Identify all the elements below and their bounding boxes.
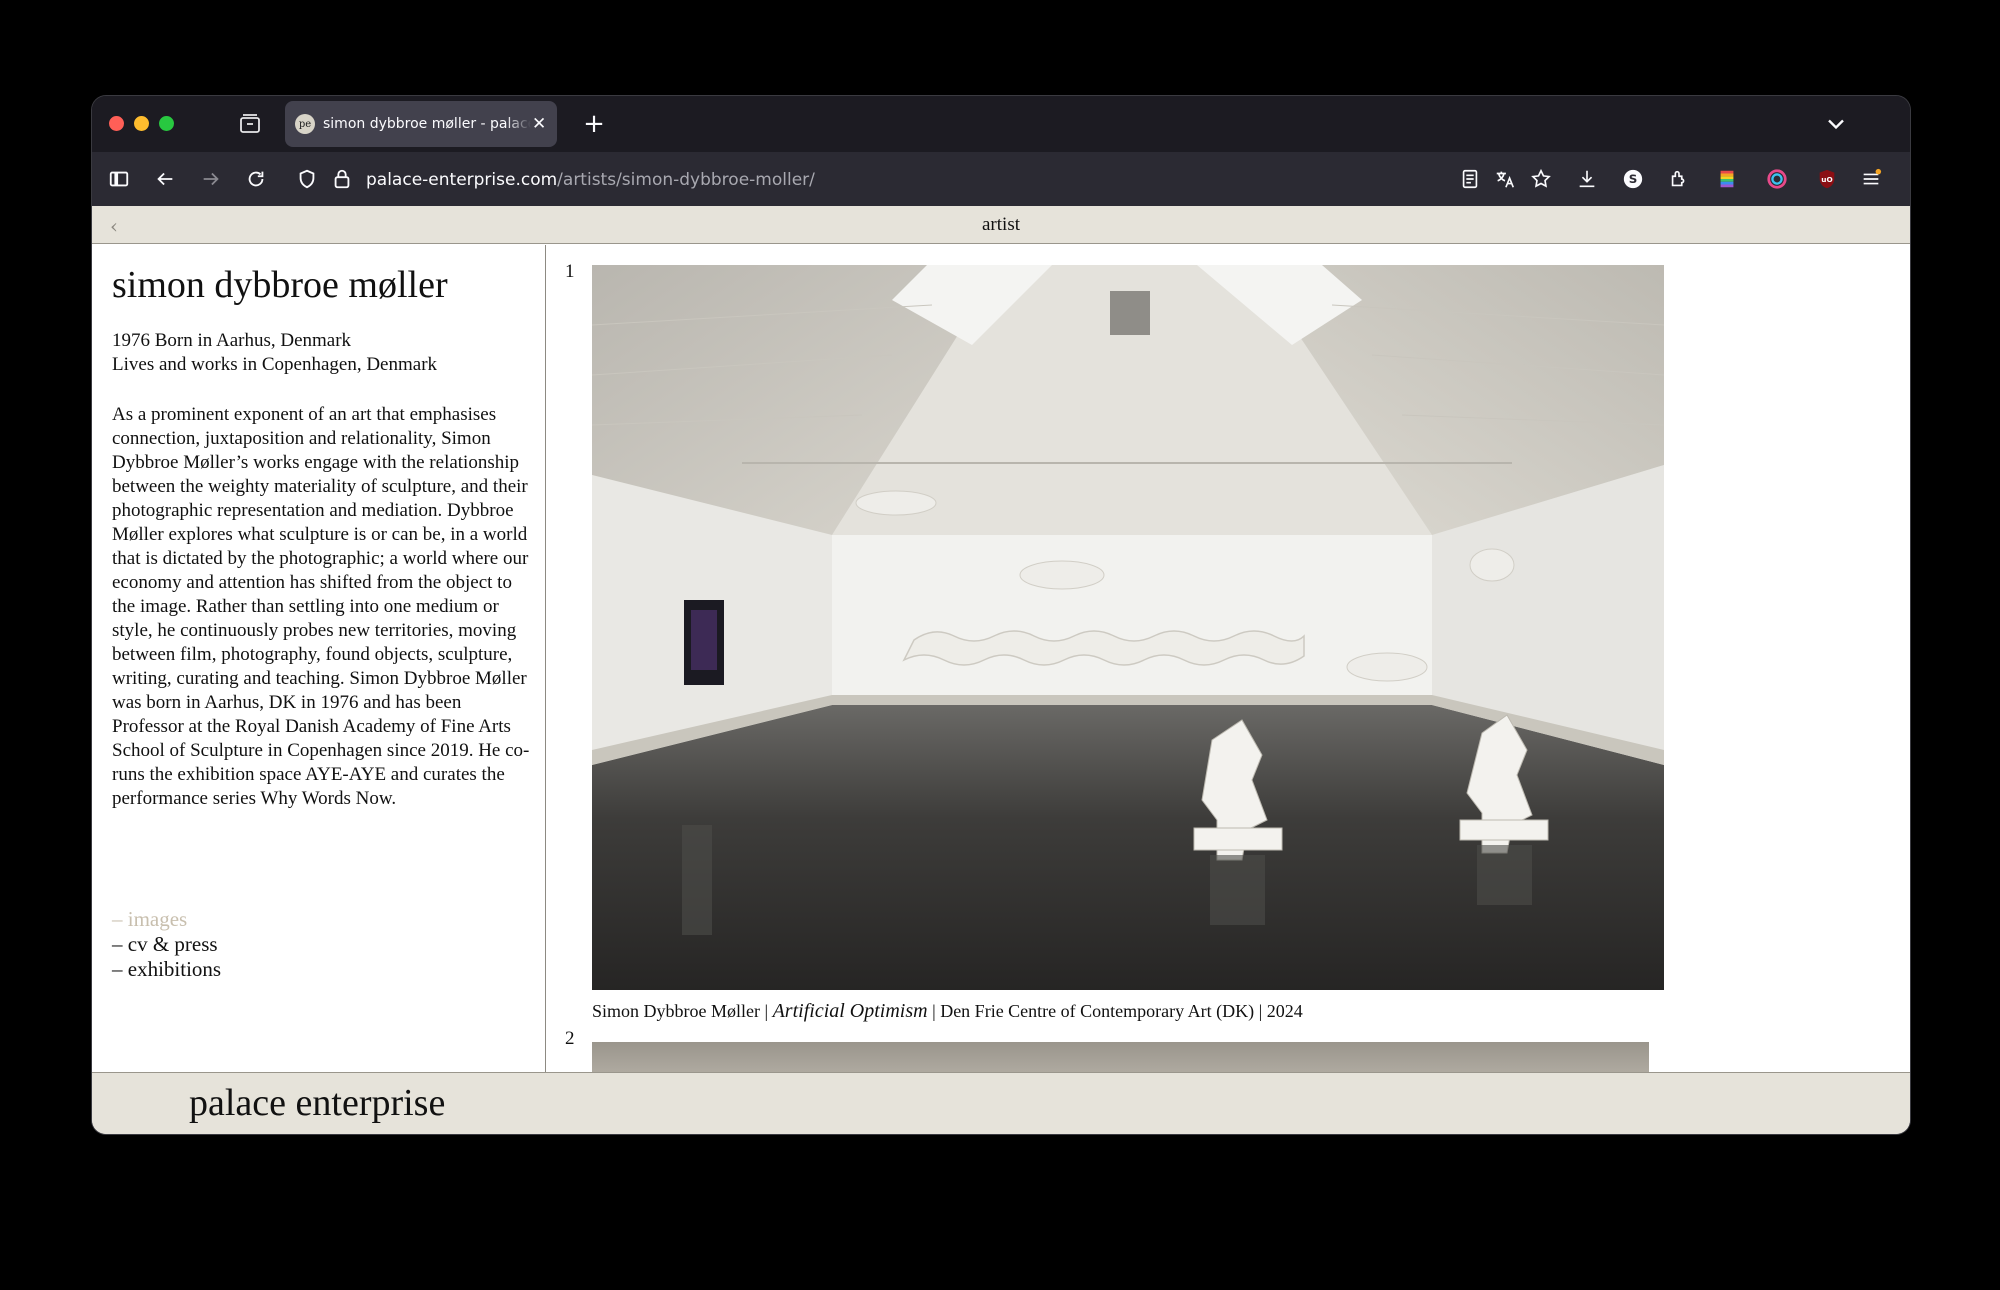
image-number: 1 (565, 261, 575, 282)
site-footer: palace enterprise (92, 1072, 1910, 1134)
page-header-bar: ‹ artist (92, 206, 1910, 244)
image-caption: Simon Dybbroe Møller | Artificial Optimi… (592, 1000, 1303, 1023)
chevron-down-icon[interactable] (1822, 110, 1850, 138)
downloads-icon[interactable] (1574, 166, 1600, 192)
caption-work-title: Artificial Optimism (772, 1000, 928, 1022)
url-path: /artists/simon-dybbroe-moller/ (557, 170, 815, 190)
shield-icon[interactable] (294, 166, 320, 192)
browser-window: pe simon dybbroe møller - palace enterpr… (92, 96, 1910, 1134)
close-window-button[interactable] (109, 116, 124, 131)
page-title: artist (982, 214, 1020, 235)
color-picker-extension-icon[interactable] (1764, 166, 1790, 192)
url-host: palace-enterprise.com (366, 170, 558, 190)
tab-title: simon dybbroe møller - palace enterprise (323, 116, 531, 132)
svg-text:S: S (1629, 172, 1638, 186)
close-tab-icon[interactable]: ✕ (531, 116, 547, 133)
link-exhibitions[interactable]: – exhibitions (112, 957, 221, 982)
bookmark-star-icon[interactable] (1528, 166, 1554, 192)
svg-text:uO: uO (1821, 175, 1832, 184)
ublock-origin-icon[interactable]: uO (1814, 166, 1840, 192)
artist-name: simon dybbroe møller (112, 264, 448, 306)
rainbow-extension-icon[interactable] (1714, 166, 1740, 192)
artist-bio: As a prominent exponent of an art that e… (112, 404, 530, 809)
new-tab-button[interactable]: + (580, 110, 608, 138)
minimize-window-button[interactable] (134, 116, 149, 131)
site-logo[interactable]: palace enterprise (189, 1081, 445, 1125)
artist-sidebar: simon dybbroe møller 1976 Born in Aarhus… (92, 245, 546, 1072)
image-number: 2 (565, 1028, 575, 1049)
caption-venue: | Den Frie Centre of Contemporary Art (D… (927, 1001, 1303, 1021)
web-page: ‹ artist simon dybbroe møller 1976 Born … (92, 206, 1910, 1134)
extensions-puzzle-icon[interactable] (1666, 166, 1692, 192)
caption-artist: Simon Dybbroe Møller | (592, 1001, 773, 1021)
forward-arrow-icon[interactable] (198, 166, 224, 192)
exhibition-photo[interactable] (592, 265, 1664, 990)
lock-icon[interactable] (329, 166, 355, 192)
maximize-window-button[interactable] (159, 116, 174, 131)
sidebar-icon[interactable] (106, 166, 132, 192)
artist-born: 1976 Born in Aarhus, Denmark (112, 330, 352, 351)
address-bar[interactable]: palace-enterprise.com/artists/simon-dybb… (366, 168, 815, 192)
exhibition-photo[interactable] (592, 1042, 1649, 1072)
translate-icon[interactable] (1492, 166, 1518, 192)
artist-meta: 1976 Born in Aarhus, Denmark Lives and w… (112, 329, 437, 377)
site-favicon-icon: pe (295, 114, 315, 134)
tab-overview-icon[interactable] (238, 112, 262, 136)
tab-active[interactable]: pe simon dybbroe møller - palace enterpr… (285, 101, 557, 147)
extension-s-icon[interactable]: S (1620, 166, 1646, 192)
image-gallery: 1 Simon Dybbroe Møller | Artificial Opti… (547, 245, 1910, 1072)
navigation-toolbar: palace-enterprise.com/artists/simon-dybb… (92, 152, 1910, 206)
app-menu-icon[interactable] (1858, 166, 1884, 192)
reader-view-icon[interactable] (1457, 166, 1483, 192)
link-cv-press[interactable]: – cv & press (112, 932, 221, 957)
reload-icon[interactable] (243, 166, 269, 192)
tab-strip: pe simon dybbroe møller - palace enterpr… (92, 96, 1910, 152)
artist-section-nav: – images – cv & press – exhibitions (112, 907, 221, 982)
link-images[interactable]: – images (112, 907, 221, 932)
back-arrow-icon[interactable] (152, 166, 178, 192)
artist-lives: Lives and works in Copenhagen, Denmark (112, 354, 438, 375)
